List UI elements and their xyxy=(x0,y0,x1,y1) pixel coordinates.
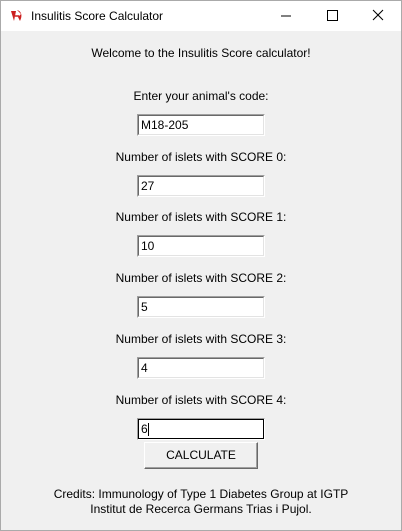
score1-field-frame xyxy=(137,235,265,257)
score4-label: Number of islets with SCORE 4: xyxy=(115,393,287,407)
text-caret xyxy=(148,423,149,436)
calculate-button[interactable]: CALCULATE xyxy=(144,442,258,469)
score0-field-frame xyxy=(137,175,265,197)
credits-line-1: Credits: Immunology of Type 1 Diabetes G… xyxy=(53,487,349,501)
score3-input[interactable] xyxy=(138,358,264,378)
credits: Credits: Immunology of Type 1 Diabetes G… xyxy=(1,487,401,517)
score1-input[interactable] xyxy=(138,236,264,256)
score2-label: Number of islets with SCORE 2: xyxy=(115,271,287,285)
welcome-message: Welcome to the Insulitis Score calculato… xyxy=(91,46,311,60)
credits-line-2: Institut de Recerca Germans Trias i Pujo… xyxy=(90,502,312,516)
title-bar[interactable]: Insulitis Score Calculator xyxy=(1,1,401,31)
close-icon[interactable] xyxy=(355,1,401,31)
animal-code-field-frame xyxy=(137,114,265,136)
score1-label: Number of islets with SCORE 1: xyxy=(115,210,287,224)
window-title: Insulitis Score Calculator xyxy=(31,9,164,23)
minimize-icon[interactable] xyxy=(263,1,309,31)
score0-input[interactable] xyxy=(138,176,264,196)
score2-input[interactable] xyxy=(138,297,264,317)
maximize-icon[interactable] xyxy=(309,1,355,31)
animal-code-input[interactable] xyxy=(138,115,264,135)
score4-field-frame xyxy=(137,418,265,440)
app-window: Insulitis Score Calculator Welcome to th… xyxy=(0,0,402,531)
score2-field-frame xyxy=(137,296,265,318)
score3-field-frame xyxy=(137,357,265,379)
score0-label: Number of islets with SCORE 0: xyxy=(115,150,287,164)
tk-feather-icon xyxy=(9,8,25,24)
score4-input[interactable] xyxy=(138,419,264,439)
animal-code-label: Enter your animal's code: xyxy=(133,89,269,103)
score3-label: Number of islets with SCORE 3: xyxy=(115,332,287,346)
